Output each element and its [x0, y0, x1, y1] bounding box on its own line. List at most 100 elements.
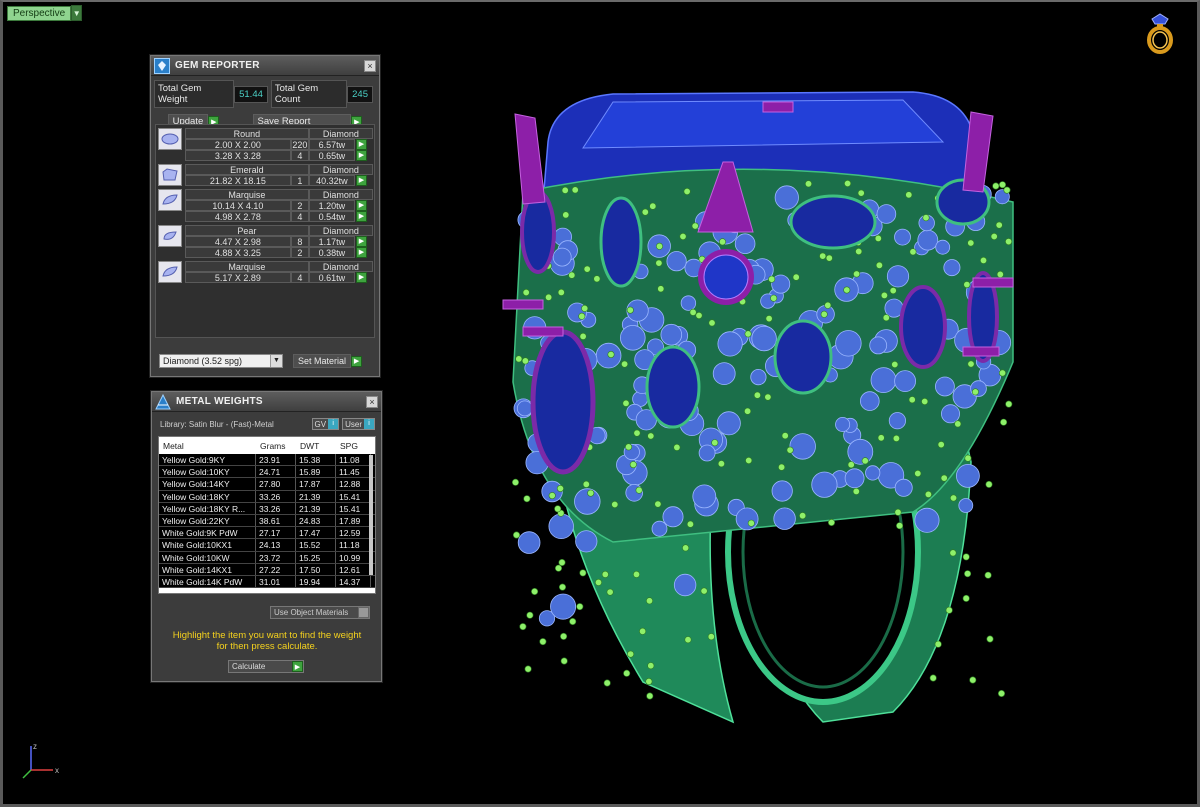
table-row[interactable]: Yellow Gold:10KY 24.71 15.89 11.45 — [159, 466, 375, 479]
calculate-label: Calculate — [232, 662, 266, 671]
gem-row-arrow-icon[interactable]: ▶ — [355, 175, 367, 186]
gem-row-arrow-icon[interactable]: ▶ — [355, 236, 367, 247]
accent-gem — [870, 367, 897, 394]
gem-reporter-panel[interactable]: GEM REPORTER × Total Gem Weight 51.44 To… — [150, 55, 380, 377]
ring-logo-icon[interactable] — [1143, 12, 1177, 54]
gem-row[interactable]: 2.00 X 2.00 220 6.57tw ▶ — [184, 139, 374, 150]
prong-bead — [554, 564, 562, 572]
gem-reporter-title: GEM REPORTER — [175, 60, 260, 71]
accent-gem — [835, 330, 862, 357]
prong-bead — [639, 627, 647, 635]
table-row[interactable]: Yellow Gold:18KY R... 33.26 21.39 15.41 — [159, 502, 375, 515]
table-row[interactable]: Yellow Gold:9KY 23.91 15.38 11.08 — [159, 454, 375, 467]
metal-weights-titlebar[interactable]: METAL WEIGHTS × — [152, 392, 381, 412]
use-object-materials-toggle[interactable]: Use Object Materials — [270, 606, 370, 619]
column-header[interactable]: SPG — [336, 441, 371, 451]
total-gem-weight-label: Total Gem Weight — [154, 80, 235, 108]
prong-bead — [747, 519, 755, 527]
prong-bead — [691, 222, 699, 230]
metal-table-scrollbar[interactable] — [369, 455, 373, 575]
gem-row-arrow-icon[interactable]: ▶ — [355, 150, 367, 161]
gem-row-arrow-icon[interactable]: ▶ — [355, 247, 367, 258]
prong-bead — [673, 443, 681, 451]
metal-weights-close-icon[interactable]: × — [366, 395, 378, 408]
table-row[interactable]: Yellow Gold:22KY 38.61 24.83 17.89 — [159, 514, 375, 528]
gem-row[interactable]: 5.17 X 2.89 4 0.61tw ▶ — [184, 272, 374, 283]
metal-name: Yellow Gold:14KY — [159, 478, 256, 490]
gem-material: Diamond — [308, 225, 373, 236]
prong-bead — [579, 332, 587, 340]
metal-weights-panel[interactable]: METAL WEIGHTS × Library: Satin Blur - (F… — [151, 391, 382, 682]
table-row[interactable]: Yellow Gold:14KY 27.80 17.87 12.88 — [159, 478, 375, 491]
set-material-button[interactable]: Set Material ▶ — [293, 354, 363, 368]
gem-row-arrow-icon[interactable]: ▶ — [355, 139, 367, 150]
prong-bead — [515, 355, 523, 363]
gem-group[interactable]: Marquise Diamond 5.17 X 2.89 4 0.61tw ▶ — [158, 261, 374, 283]
gem-reporter-close-icon[interactable]: × — [364, 59, 376, 72]
table-row[interactable]: White Gold:9K PdW 27.17 17.47 12.59 — [159, 527, 375, 540]
metal-name: White Gold:10KW — [159, 551, 256, 563]
accent-gem — [917, 229, 939, 251]
gem-row[interactable]: 4.98 X 2.78 4 0.54tw ▶ — [184, 211, 374, 222]
prong-bead — [522, 289, 530, 297]
column-header[interactable]: DWT — [296, 441, 336, 451]
gem-list[interactable]: Round Diamond 2.00 X 2.00 220 6.57tw ▶ 3.28 … — [155, 124, 375, 338]
column-header[interactable]: Grams — [256, 441, 296, 451]
3d-viewport[interactable]: Perspective ▼ z x GEM REPORTER × Total G… — [0, 0, 1200, 807]
accent-gem — [773, 507, 796, 530]
prong-bead — [603, 679, 611, 687]
prong-bead — [683, 188, 691, 196]
chevron-down-icon[interactable]: ▼ — [270, 355, 282, 367]
metal-grams: 23.72 — [256, 551, 296, 563]
gem-row[interactable]: 21.82 X 18.15 1 40.32tw ▶ — [184, 175, 374, 186]
table-row[interactable]: White Gold:10KW 23.72 15.25 10.99 — [159, 551, 375, 564]
prong-bead — [819, 252, 827, 260]
gem-row[interactable]: 3.28 X 3.28 4 0.65tw ▶ — [184, 150, 374, 161]
prong-bead — [998, 181, 1006, 189]
metal-name: White Gold:9K PdW — [159, 527, 256, 539]
gem-row-arrow-icon[interactable]: ▶ — [355, 200, 367, 211]
prong-bead — [622, 399, 630, 407]
viewport-menu-arrow-icon[interactable]: ▼ — [71, 5, 83, 21]
metal-table[interactable]: Metal Grams DWT SPG Yellow Gold:9KY 23.91… — [158, 436, 376, 594]
table-row[interactable]: Yellow Gold:18KY 33.26 21.39 15.41 — [159, 490, 375, 503]
table-row[interactable]: White Gold:14K PdW 31.01 19.94 14.37 — [159, 575, 375, 589]
gem-group[interactable]: Round Diamond 2.00 X 2.00 220 6.57tw ▶ 3.28 … — [158, 128, 374, 161]
metal-name: Yellow Gold:10KY — [159, 466, 256, 478]
accent-gem — [750, 368, 767, 386]
metal-grams: 27.22 — [256, 563, 296, 575]
gem-group[interactable]: Pear Diamond 4.47 X 2.98 8 1.17tw ▶ 4.88 X 3… — [158, 225, 374, 258]
checkbox-icon[interactable] — [358, 607, 369, 618]
material-select[interactable]: Diamond (3.52 spg) ▼ — [159, 354, 283, 368]
metal-grams: 23.91 — [256, 454, 296, 466]
calculate-arrow-icon[interactable]: ▶ — [292, 661, 303, 672]
user-button[interactable]: User i — [342, 418, 375, 430]
prong-bead — [934, 640, 942, 648]
gem-row[interactable]: 10.14 X 4.10 2 1.20tw ▶ — [184, 200, 374, 211]
accent-gem — [716, 411, 741, 436]
set-material-arrow-icon[interactable]: ▶ — [351, 355, 363, 367]
gem-row[interactable]: 4.88 X 3.25 2 0.38tw ▶ — [184, 247, 374, 258]
gem-group[interactable]: Emerald Diamond 21.82 X 18.15 1 40.32tw ▶ — [158, 164, 374, 186]
accent-gem — [789, 433, 816, 460]
gem-group[interactable]: Marquise Diamond 10.14 X 4.10 2 1.20tw ▶ 4.9… — [158, 189, 374, 222]
gem-row[interactable]: 4.47 X 2.98 8 1.17tw ▶ — [184, 236, 374, 247]
table-row[interactable]: White Gold:10KX1 24.13 15.52 11.18 — [159, 539, 375, 552]
accent-gem — [517, 531, 541, 554]
prong-bead — [945, 606, 953, 614]
axis-z-label: z — [33, 742, 37, 751]
ring-3d-model[interactable] — [493, 82, 1033, 732]
metal-grams: 24.13 — [256, 539, 296, 551]
gem-row-arrow-icon[interactable]: ▶ — [355, 211, 367, 222]
gem-material: Diamond — [308, 261, 373, 272]
viewport-label[interactable]: Perspective ▼ — [7, 5, 83, 21]
column-header[interactable]: Metal — [159, 441, 256, 451]
table-row[interactable]: White Gold:14KX1 27.22 17.50 12.61 — [159, 563, 375, 576]
gem-row-arrow-icon[interactable]: ▶ — [355, 272, 367, 283]
gem-reporter-titlebar[interactable]: GEM REPORTER × — [151, 56, 379, 76]
gv-button[interactable]: GV i — [311, 418, 340, 430]
prong-bead — [556, 484, 564, 492]
emerald-gem-icon — [158, 164, 182, 186]
accent-gem — [955, 463, 980, 488]
calculate-button[interactable]: Calculate ▶ — [228, 660, 304, 673]
